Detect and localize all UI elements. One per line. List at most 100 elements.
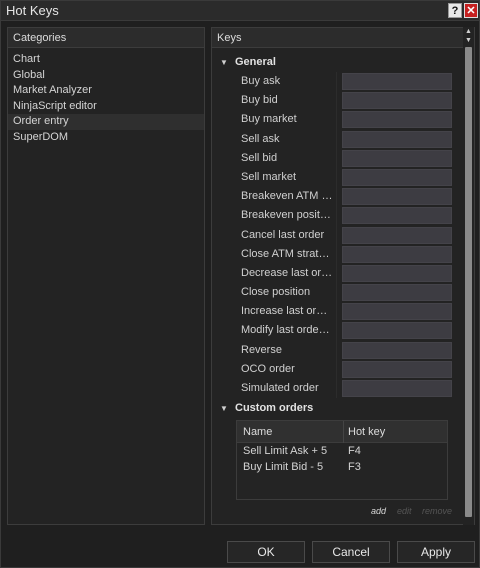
edit-link[interactable]: edit — [397, 506, 412, 516]
table-row[interactable]: Sell Limit Ask + 5 F4 — [237, 443, 447, 459]
hotkey-row: Breakeven position — [235, 206, 455, 226]
row-divider — [336, 379, 337, 399]
hotkey-action-label: Breakeven ATM str... — [241, 190, 333, 203]
column-hotkey-header: Hot key — [348, 426, 386, 438]
hotkey-row: Buy bid — [235, 91, 455, 111]
hotkey-input[interactable] — [342, 322, 452, 340]
row-divider — [336, 340, 337, 360]
column-divider — [343, 421, 344, 443]
keys-scrollbar[interactable]: ▲ ▼ — [463, 27, 474, 525]
row-divider — [336, 244, 337, 264]
hotkey-input[interactable] — [342, 92, 452, 110]
hotkey-row: Breakeven ATM str... — [235, 187, 455, 207]
custom-orders-table: Name Hot key Sell Limit Ask + 5 F4 Buy L… — [236, 420, 448, 500]
hotkey-row: Cancel last order — [235, 225, 455, 245]
add-link[interactable]: add — [371, 506, 386, 516]
title-bar[interactable]: Hot Keys ? ✕ — [1, 1, 479, 21]
hotkey-input[interactable] — [342, 226, 452, 244]
hotkey-input[interactable] — [342, 149, 452, 167]
table-header: Name Hot key — [237, 421, 447, 443]
row-divider — [336, 91, 337, 111]
close-button[interactable]: ✕ — [464, 3, 478, 18]
categories-panel: Categories Chart Global Market Analyzer … — [7, 27, 205, 525]
hotkey-input[interactable] — [342, 284, 452, 302]
general-key-rows: Buy ask Buy bid Buy market Sell ask Sell bid… — [235, 72, 455, 399]
hotkey-row: Close ATM strategy — [235, 244, 455, 264]
row-divider — [336, 72, 337, 92]
row-divider — [336, 206, 337, 226]
hotkey-row: Simulated order — [235, 379, 455, 399]
hotkey-action-label: Buy ask — [241, 75, 281, 87]
hot-keys-window: Hot Keys ? ✕ Categories Chart Global Mar… — [0, 0, 480, 568]
hotkey-action-label: Close ATM strategy — [241, 247, 333, 260]
hotkey-input[interactable] — [342, 303, 452, 321]
category-chart[interactable]: Chart — [8, 52, 204, 68]
apply-button[interactable]: Apply — [397, 541, 475, 563]
scroll-down-icon[interactable]: ▼ — [463, 37, 474, 45]
column-name-header: Name — [243, 426, 273, 438]
custom-order-name: Sell Limit Ask + 5 — [243, 445, 328, 457]
category-superdom[interactable]: SuperDOM — [8, 130, 204, 146]
row-divider — [336, 359, 337, 379]
hotkey-action-label: Decrease last ord... — [241, 266, 333, 279]
hotkey-action-label: Breakeven position — [241, 209, 333, 222]
hotkey-input[interactable] — [342, 360, 452, 378]
general-section-label: General — [235, 56, 276, 68]
scroll-thumb[interactable] — [465, 47, 472, 517]
custom-order-hotkey: F3 — [348, 460, 361, 473]
hotkey-row: OCO order — [235, 359, 455, 379]
hotkey-action-label: Buy bid — [241, 94, 278, 107]
window-title: Hot Keys — [6, 3, 59, 18]
hotkey-input[interactable] — [342, 380, 452, 397]
hotkey-action-label: Cancel last order — [241, 228, 325, 241]
hotkey-row: Sell ask — [235, 129, 455, 149]
row-divider — [336, 263, 337, 284]
custom-order-name: Buy Limit Bid - 5 — [243, 460, 324, 473]
ok-button[interactable]: OK — [227, 541, 305, 563]
row-divider — [336, 321, 337, 341]
category-ninjascript-editor[interactable]: NinjaScript editor — [8, 99, 204, 115]
category-global[interactable]: Global — [8, 68, 204, 84]
category-order-entry[interactable]: Order entry — [8, 114, 204, 130]
hotkey-input[interactable] — [342, 264, 452, 282]
row-divider — [336, 302, 337, 322]
hotkey-row: Reverse — [235, 340, 455, 360]
hotkey-action-label: Sell bid — [241, 151, 278, 164]
hotkey-row: Sell market — [235, 167, 455, 188]
categories-list: Chart Global Market Analyzer NinjaScript… — [8, 48, 204, 145]
hotkey-input[interactable] — [342, 341, 452, 359]
custom-orders-label: Custom orders — [235, 402, 314, 414]
hotkey-row: Buy ask — [235, 72, 455, 92]
hotkey-input[interactable] — [342, 188, 452, 206]
row-divider — [336, 187, 337, 207]
table-row[interactable]: Buy Limit Bid - 5 F3 — [237, 459, 447, 475]
hotkey-input[interactable] — [342, 245, 452, 263]
hotkey-input[interactable] — [342, 73, 452, 90]
hotkey-input[interactable] — [342, 168, 452, 186]
categories-header: Categories — [8, 28, 204, 48]
hotkey-action-label: Modify last order to... — [241, 324, 333, 337]
hotkey-row: Increase last orde... — [235, 302, 455, 322]
help-button[interactable]: ? — [448, 3, 462, 18]
scroll-up-icon[interactable]: ▲ — [463, 28, 474, 36]
remove-link[interactable]: remove — [422, 506, 452, 516]
custom-orders-section-toggle[interactable]: ▼ Custom orders — [220, 402, 313, 414]
hotkey-row: Buy market — [235, 110, 455, 130]
general-section-toggle[interactable]: ▼ General — [220, 56, 276, 68]
cancel-button[interactable]: Cancel — [312, 541, 390, 563]
hotkey-row: Decrease last ord... — [235, 263, 455, 284]
hotkey-row: Sell bid — [235, 148, 455, 168]
collapse-triangle-icon: ▼ — [220, 404, 228, 413]
category-market-analyzer[interactable]: Market Analyzer — [8, 83, 204, 99]
hotkey-input[interactable] — [342, 111, 452, 129]
hotkey-action-label: OCO order — [241, 362, 295, 375]
row-divider — [336, 148, 337, 168]
hotkey-input[interactable] — [342, 207, 452, 225]
hotkey-action-label: Reverse — [241, 343, 282, 356]
row-divider — [336, 110, 337, 130]
hotkey-action-label: Sell market — [241, 170, 297, 183]
hotkey-row: Modify last order to... — [235, 321, 455, 341]
row-divider — [336, 129, 337, 149]
hotkey-row: Close position — [235, 283, 455, 303]
hotkey-input[interactable] — [342, 130, 452, 148]
